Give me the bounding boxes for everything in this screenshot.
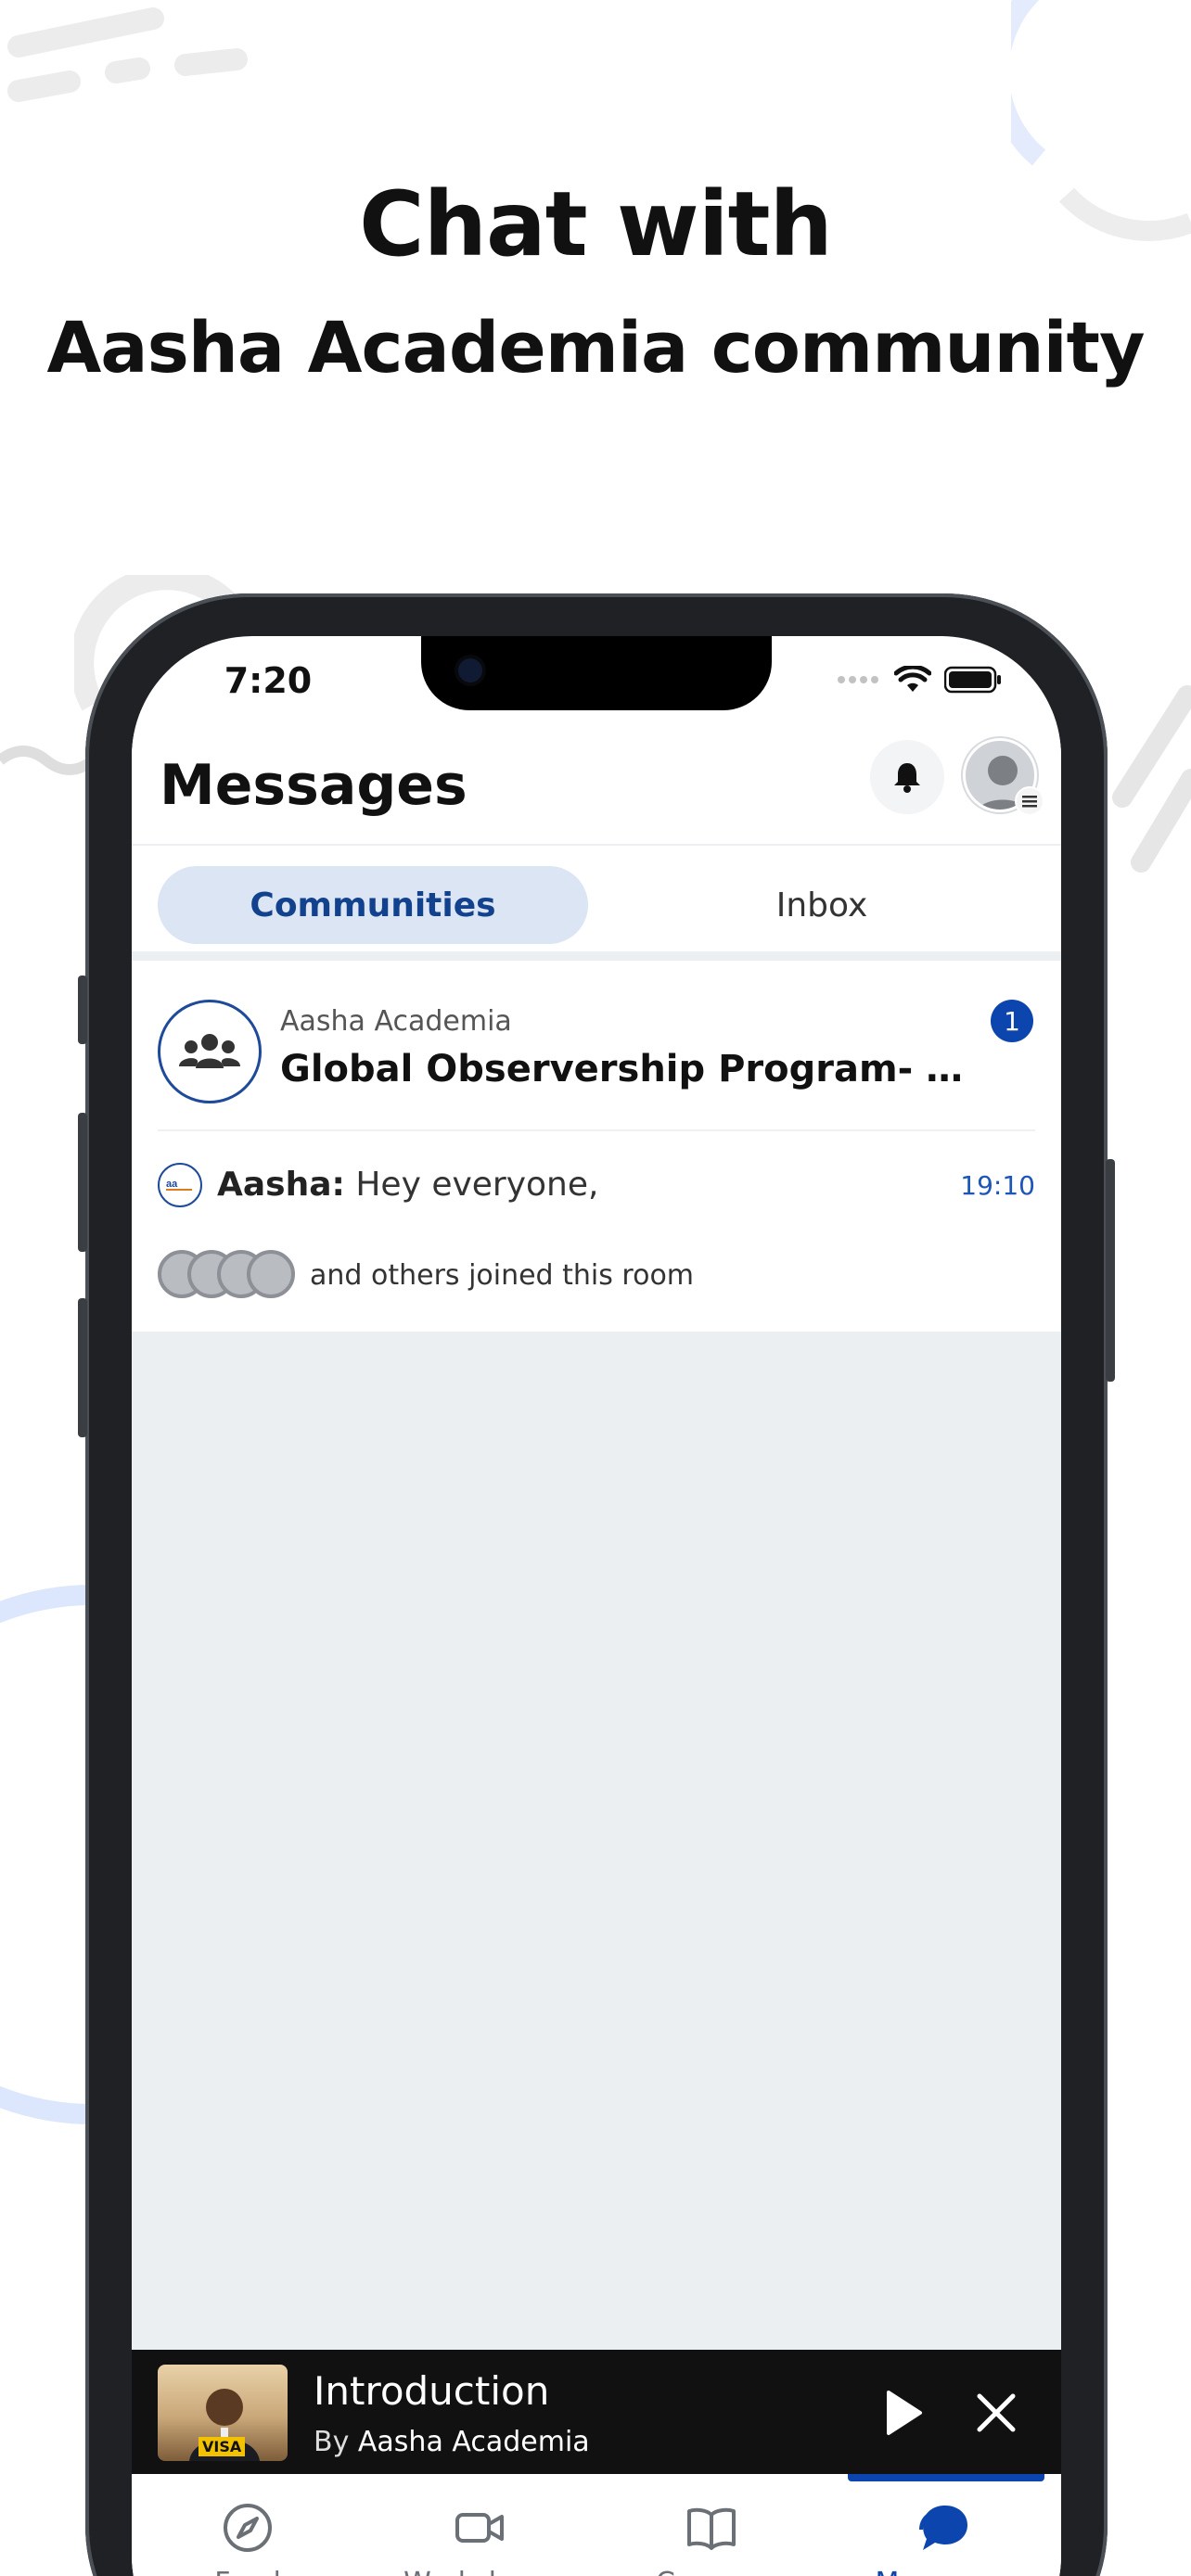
message-sender: Aasha: [217, 1166, 345, 1204]
notch [421, 636, 772, 710]
compass-icon [224, 2504, 272, 2552]
notifications-button[interactable] [870, 740, 944, 814]
joined-avatars [158, 1250, 297, 1298]
wifi-icon [894, 666, 931, 692]
battery-icon [944, 666, 1001, 694]
community-room-card[interactable]: Aasha Academia Global Observership Progr… [132, 972, 1061, 1332]
nav-messages[interactable]: Messages [827, 2474, 1059, 2576]
messages-tabs: Communities Inbox [132, 848, 1061, 961]
phone-screen: 7:20 Messages Communities Inbox Aasha Ac… [132, 636, 1061, 2576]
room-title: Global Observership Program- USA… [280, 1048, 985, 1090]
last-message: Aasha: Hey everyone, [217, 1163, 598, 1207]
thumbnail-tag: VISA [198, 2437, 246, 2456]
phone-volume-up [78, 1113, 87, 1252]
nav-label: Messages [827, 2567, 1059, 2576]
message-text: Hey everyone, [355, 1166, 599, 1204]
hamburger-menu-icon[interactable] [1015, 786, 1044, 816]
phone-volume-down [78, 1298, 87, 1437]
player-byline: By Aasha Academia [314, 2426, 590, 2458]
status-time: 7:20 [224, 660, 313, 701]
divider [158, 1129, 1035, 1131]
player-title: Introduction [314, 2368, 550, 2414]
chat-bubble-icon [919, 2506, 967, 2550]
nav-courses[interactable]: Courses [596, 2474, 827, 2576]
nav-label: Courses [596, 2567, 827, 2576]
group-icon [158, 1000, 262, 1103]
decor-top-left-dashes [7, 7, 248, 102]
phone-power-button [1106, 1159, 1115, 1382]
front-camera [458, 658, 482, 682]
nav-label: Feed [132, 2567, 364, 2576]
video-thumbnail: VISA [158, 2365, 288, 2461]
nav-feed[interactable]: Feed [132, 2474, 364, 2576]
player-author: Aasha Academia [357, 2426, 590, 2458]
hero-title: Chat with [359, 172, 833, 276]
member-avatar [247, 1250, 295, 1298]
phone-frame: 7:20 Messages Communities Inbox Aasha Ac… [78, 593, 1115, 2576]
empty-list-area [132, 1332, 1061, 2396]
svg-text:aa: aa [166, 1179, 178, 1190]
book-icon [687, 2507, 736, 2550]
bell-icon [894, 763, 920, 793]
joined-text: and others joined this room [310, 1259, 695, 1292]
signal-dots-icon [838, 676, 878, 683]
nav-label: Workshops [364, 2567, 596, 2576]
player-by-prefix: By [314, 2426, 350, 2458]
mini-player[interactable]: VISA Introduction By Aasha Academia [132, 2350, 1061, 2474]
decor-right-dashes [1112, 685, 1191, 873]
aasha-logo-icon: aa [158, 1163, 202, 1207]
nav-workshops[interactable]: Workshops [364, 2474, 596, 2576]
page-title: Messages [160, 753, 467, 818]
close-icon[interactable] [972, 2389, 1020, 2437]
play-icon[interactable] [874, 2385, 929, 2441]
bottom-navigation: Feed Workshops Courses [132, 2474, 1061, 2576]
message-time: 19:10 [960, 1170, 1035, 1201]
hero-subtitle: Aasha Academia community [46, 306, 1145, 389]
phone-mute-switch [78, 976, 87, 1044]
unread-badge: 1 [991, 1000, 1033, 1042]
room-community-name: Aasha Academia [280, 1005, 512, 1038]
tab-communities[interactable]: Communities [158, 866, 588, 944]
messages-header: Messages [132, 710, 1061, 846]
status-icons [837, 666, 1002, 694]
video-camera-icon [455, 2513, 504, 2543]
tab-inbox[interactable]: Inbox [607, 866, 1037, 944]
